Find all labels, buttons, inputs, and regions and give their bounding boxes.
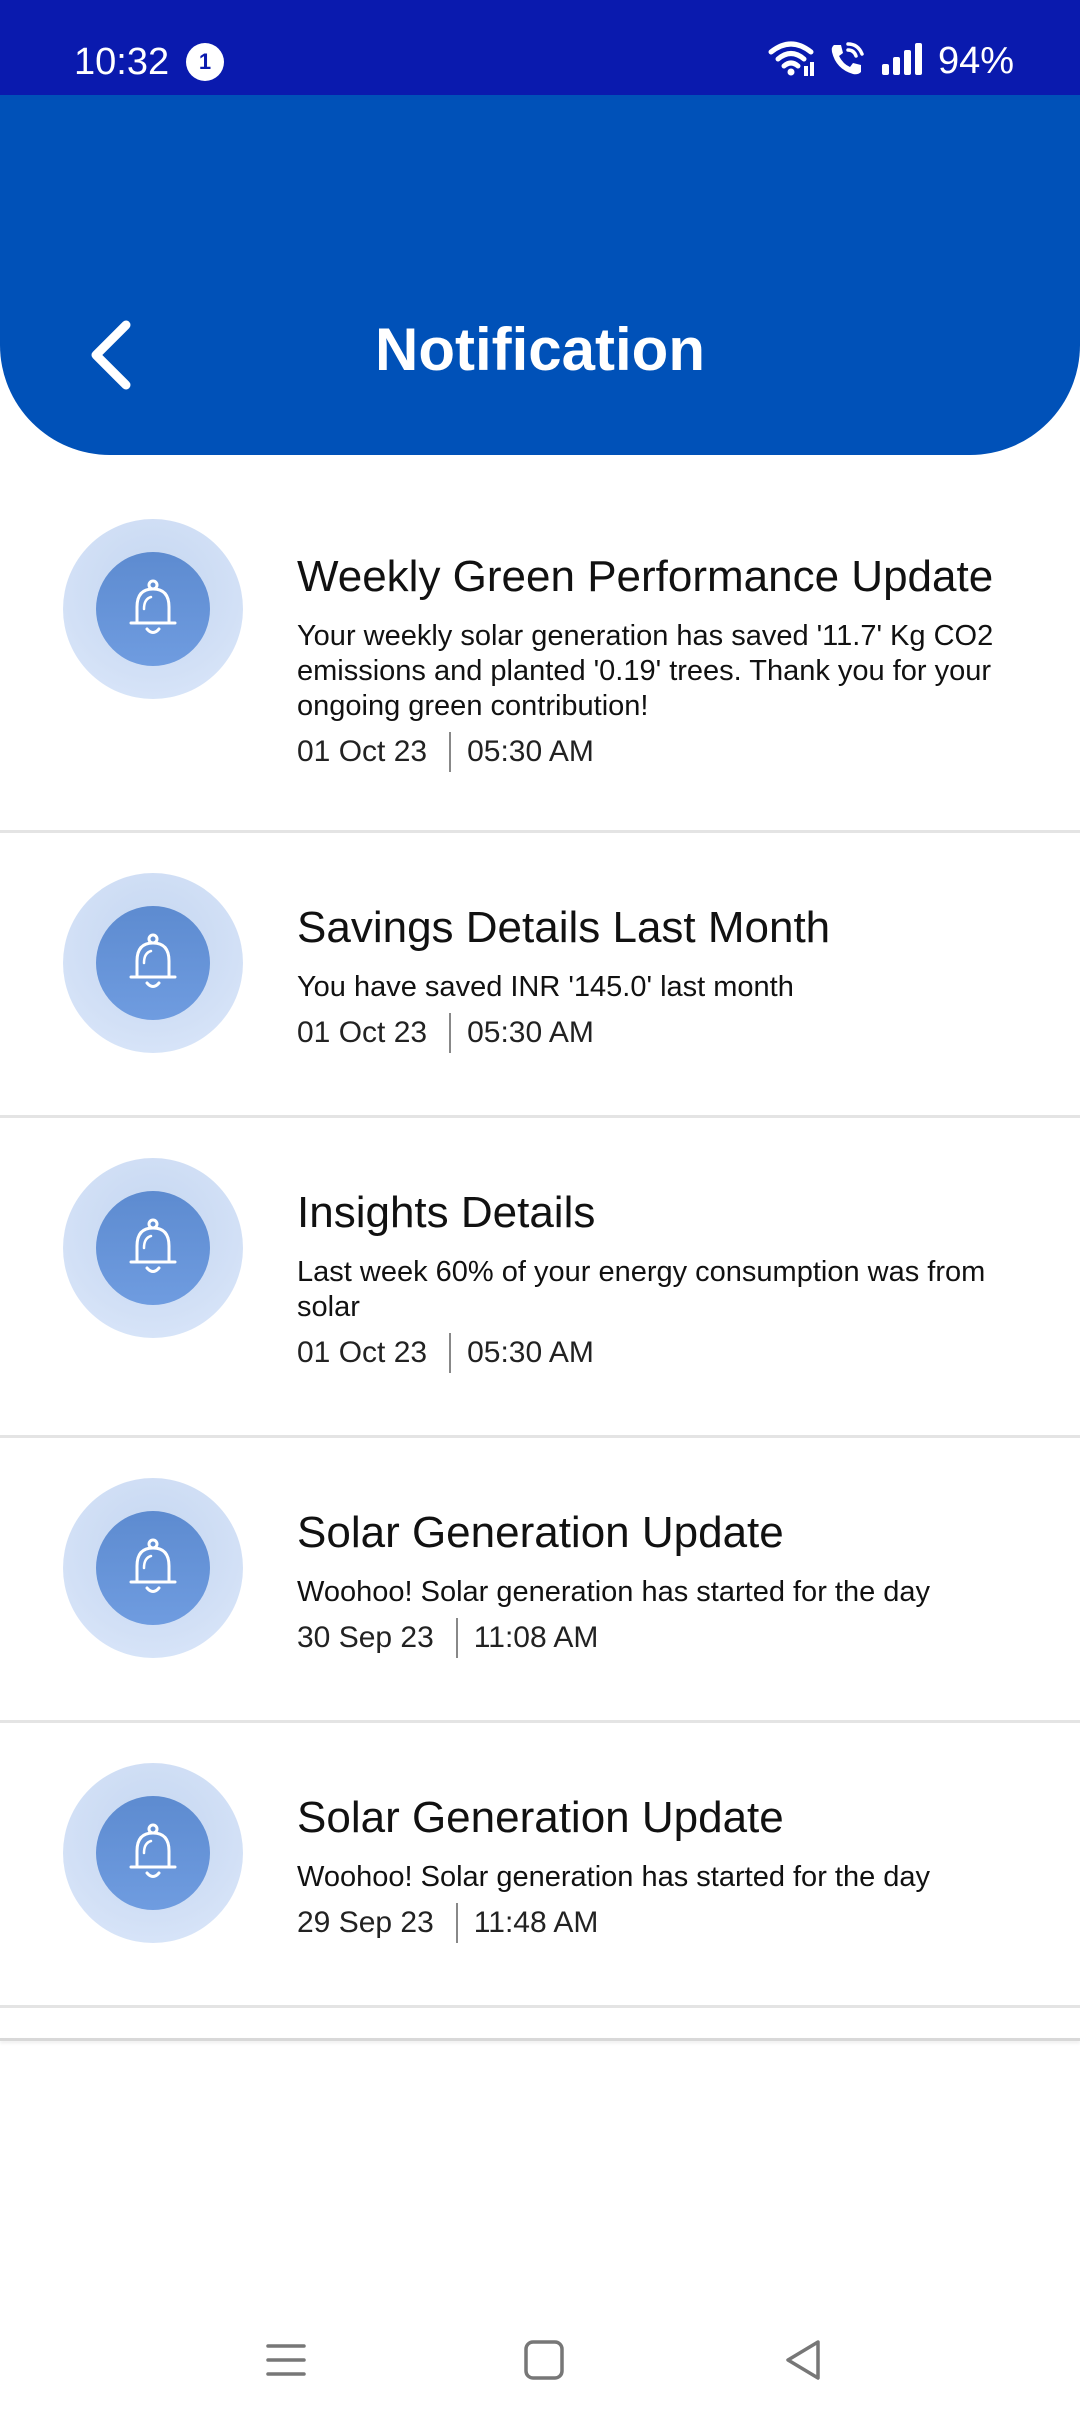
separator xyxy=(455,1903,458,1943)
separator xyxy=(449,1013,452,1053)
notification-time: 05:30 AM xyxy=(467,735,594,768)
square-icon xyxy=(524,2340,564,2380)
separator xyxy=(449,732,452,772)
notification-timestamp: 01 Oct 23 05:30 AM xyxy=(297,1013,1040,1053)
notification-icon xyxy=(63,1158,243,1338)
notification-item[interactable]: Weekly Green Performance Update Your wee… xyxy=(0,455,1080,833)
notification-item[interactable]: Insights Details Last week 60% of your e… xyxy=(0,1118,1080,1438)
notification-timestamp: 30 Sep 23 11:08 AM xyxy=(297,1618,1040,1658)
notification-icon xyxy=(63,1478,243,1658)
home-button[interactable] xyxy=(514,2330,574,2390)
notification-icon xyxy=(63,1763,243,1943)
list-end-divider xyxy=(0,2038,1080,2041)
notification-list: Weekly Green Performance Update Your wee… xyxy=(0,455,1080,2008)
notification-item[interactable]: Savings Details Last Month You have save… xyxy=(0,833,1080,1118)
notification-title: Savings Details Last Month xyxy=(297,903,831,952)
notification-body: Last week 60% of your energy consumption… xyxy=(297,1256,986,1323)
battery-percent: 94% xyxy=(937,40,1014,82)
notification-timestamp: 01 Oct 23 05:30 AM xyxy=(297,732,1040,772)
notification-date: 01 Oct 23 xyxy=(297,1336,428,1369)
separator xyxy=(455,1618,458,1658)
recents-button[interactable] xyxy=(256,2330,316,2390)
header: Notification xyxy=(0,95,1080,455)
wifi-calling-icon xyxy=(828,40,866,83)
notification-body: Woohoo! Solar generation has started for… xyxy=(297,1861,931,1893)
notification-title: Weekly Green Performance Update xyxy=(297,552,994,601)
bell-icon xyxy=(129,579,177,634)
notification-date: 01 Oct 23 xyxy=(297,1016,428,1049)
bell-icon xyxy=(129,1823,177,1878)
notification-date: 29 Sep 23 xyxy=(297,1906,434,1939)
notification-time: 11:48 AM xyxy=(473,1906,599,1939)
bell-icon xyxy=(129,933,177,988)
notification-icon xyxy=(63,519,243,699)
notification-title: Insights Details xyxy=(297,1188,596,1237)
separator xyxy=(449,1333,452,1373)
notification-timestamp: 01 Oct 23 05:30 AM xyxy=(297,1333,1040,1373)
bell-icon xyxy=(129,1218,177,1273)
status-icons: 94% xyxy=(768,36,1014,86)
notification-title: Solar Generation Update xyxy=(297,1508,784,1557)
notification-date: 01 Oct 23 xyxy=(297,735,428,768)
system-nav-bar xyxy=(0,2300,1080,2412)
notification-count-badge: 1 xyxy=(186,43,224,81)
notification-timestamp: 29 Sep 23 11:48 AM xyxy=(297,1903,1040,1943)
triangle-back-icon xyxy=(786,2340,820,2380)
wifi-icon xyxy=(768,40,814,83)
menu-icon xyxy=(266,2344,306,2376)
bell-icon xyxy=(129,1538,177,1593)
notification-item[interactable]: Solar Generation Update Woohoo! Solar ge… xyxy=(0,1438,1080,1723)
signal-icon xyxy=(880,42,924,81)
notification-icon xyxy=(63,873,243,1053)
notification-body: Your weekly solar generation has saved '… xyxy=(297,620,994,722)
notification-time: 05:30 AM xyxy=(467,1336,594,1369)
notification-item[interactable]: Solar Generation Update Woohoo! Solar ge… xyxy=(0,1723,1080,2008)
notification-time: 11:08 AM xyxy=(473,1621,599,1654)
back-nav-button[interactable] xyxy=(774,2330,834,2390)
notification-title: Solar Generation Update xyxy=(297,1793,784,1842)
notification-date: 30 Sep 23 xyxy=(297,1621,434,1654)
notification-body: You have saved INR '145.0' last month xyxy=(297,971,794,1003)
status-time: 10:32 xyxy=(74,41,170,83)
status-bar: 10:32 1 94% xyxy=(0,0,1080,95)
page-title: Notification xyxy=(375,316,705,383)
notification-body: Woohoo! Solar generation has started for… xyxy=(297,1576,931,1608)
notification-time: 05:30 AM xyxy=(467,1016,594,1049)
